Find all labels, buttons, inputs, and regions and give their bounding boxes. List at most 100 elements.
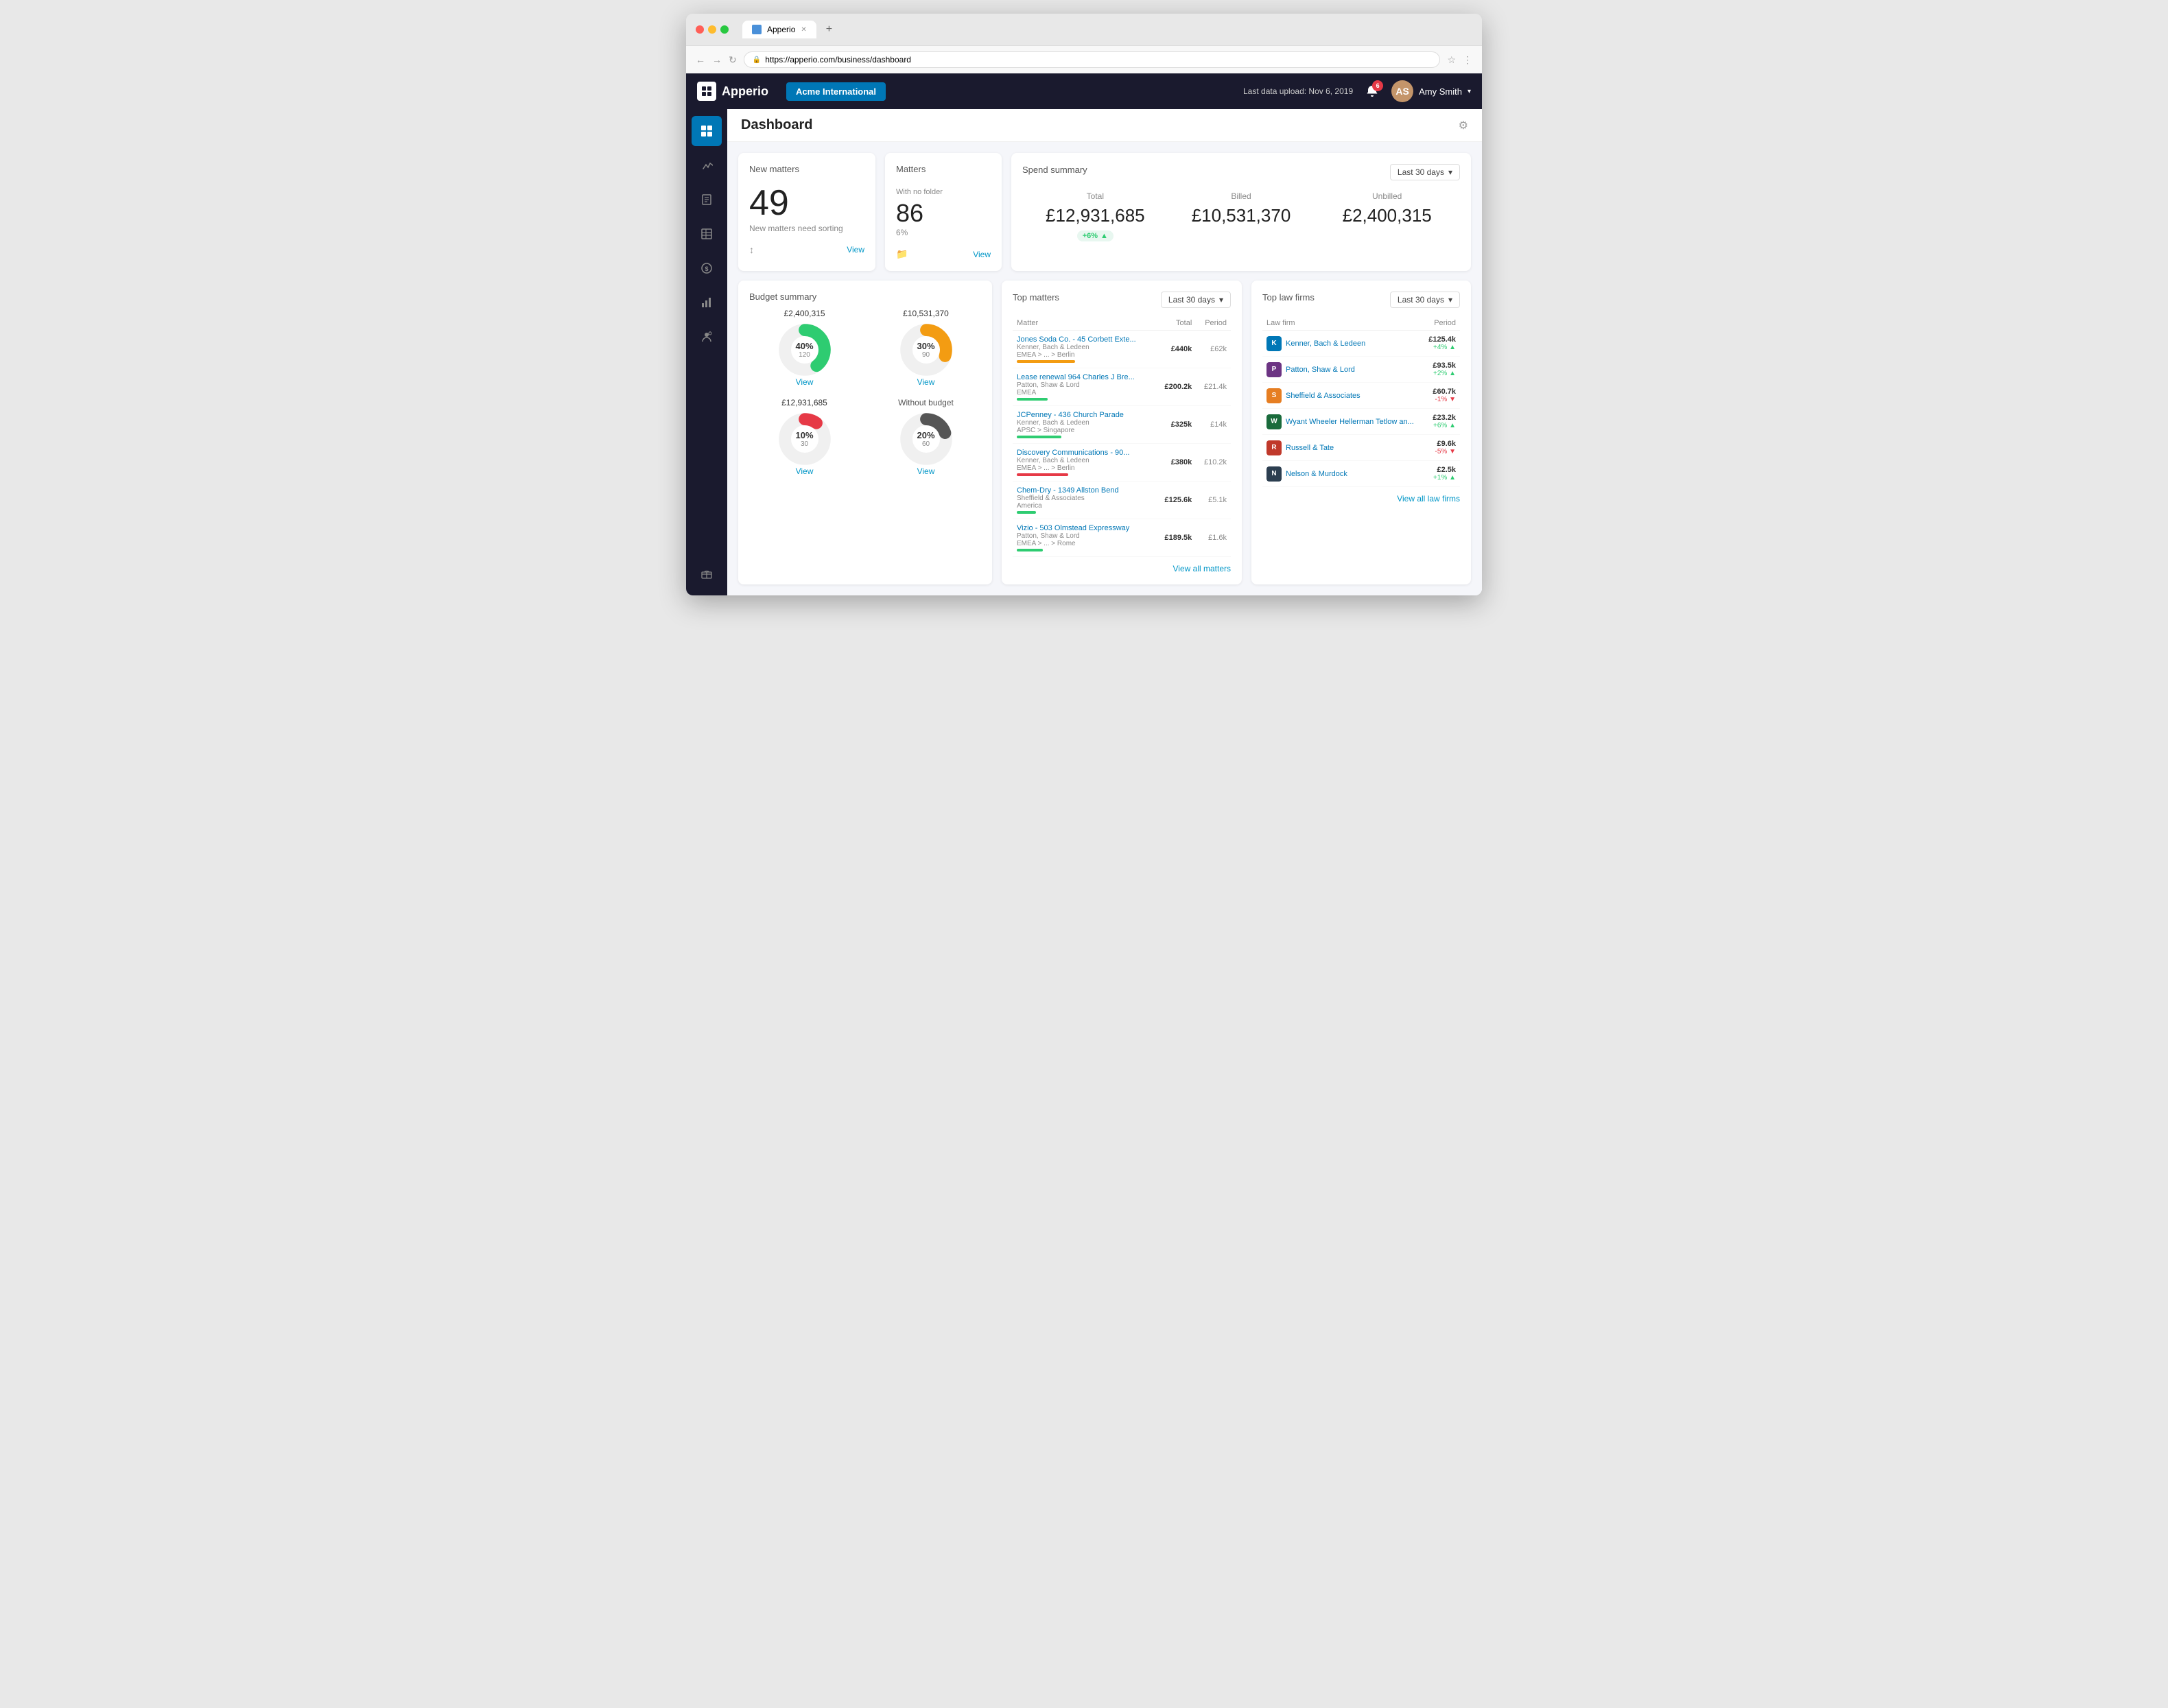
firm-name-3[interactable]: Wyant Wheeler Hellerman Tetlow an... [1286, 418, 1414, 426]
firm-name-1[interactable]: Patton, Shaw & Lord [1286, 366, 1355, 374]
ssl-icon: 🔒 [753, 56, 761, 64]
sidebar-item-charts[interactable] [692, 287, 722, 318]
firm-amount-0: £125.4k [1427, 335, 1456, 344]
matters-table-row: Discovery Communications - 90... Kenner,… [1013, 444, 1231, 482]
unbilled-label: Unbilled [1314, 191, 1460, 201]
svg-text:$: $ [705, 265, 708, 272]
firm-change-1: +2% ▲ [1427, 370, 1456, 377]
top-matters-period: Last 30 days [1168, 295, 1215, 305]
col-period: Period [1196, 316, 1231, 331]
budget-title: Budget summary [749, 292, 981, 302]
settings-icon[interactable]: ⚙ [1459, 119, 1468, 132]
matter-total-0: £440k [1156, 331, 1196, 368]
firm-name-0[interactable]: Kenner, Bach & Ledeen [1286, 340, 1365, 348]
menu-icon[interactable]: ⋮ [1463, 54, 1472, 66]
matter-cell-4: Chem-Dry - 1349 Allston Bend Sheffield &… [1013, 482, 1156, 519]
matter-name-3[interactable]: Discovery Communications - 90... [1017, 449, 1152, 457]
firms-table-row: W Wyant Wheeler Hellerman Tetlow an... £… [1262, 409, 1460, 435]
budget-card: Budget summary £2,400,315 [738, 281, 992, 584]
matter-name-0[interactable]: Jones Soda Co. - 45 Corbett Exte... [1017, 335, 1152, 344]
matters-table-header: Matter Total Period [1013, 316, 1231, 331]
browser-dots [696, 25, 729, 34]
budget-view-1[interactable]: View [796, 377, 814, 387]
billed-amount: £10,531,370 [1168, 205, 1315, 226]
browser-tab[interactable]: Apperio ✕ [742, 21, 816, 38]
matter-cell-3: Discovery Communications - 90... Kenner,… [1013, 444, 1156, 482]
bookmark-icon[interactable]: ☆ [1447, 54, 1456, 66]
spend-header: Spend summary Last 30 days ▾ [1022, 164, 1460, 180]
user-name: Amy Smith [1419, 86, 1462, 97]
col-matter: Matter [1013, 316, 1156, 331]
spend-period-select[interactable]: Last 30 days ▾ [1390, 164, 1460, 180]
app-container: Apperio Acme International Last data upl… [686, 73, 1482, 595]
matter-total-2: £325k [1156, 406, 1196, 444]
dashboard-header: Dashboard ⚙ [727, 109, 1482, 142]
budget-view-3[interactable]: View [796, 466, 814, 476]
matter-cell-1: Lease renewal 964 Charles J Bre... Patto… [1013, 368, 1156, 406]
top-matters-period-select[interactable]: Last 30 days ▾ [1161, 292, 1231, 308]
company-badge[interactable]: Acme International [786, 82, 886, 101]
top-matters-title: Top matters [1013, 292, 1059, 303]
matter-period-1: £21.4k [1196, 368, 1231, 406]
user-avatar: AS [1391, 80, 1413, 102]
firms-table-row: N Nelson & Murdock £2.5k +1% ▲ [1262, 461, 1460, 487]
budget-view-2[interactable]: View [917, 377, 935, 387]
top-firms-header: Top law firms Last 30 days ▾ [1262, 292, 1460, 308]
spend-summary-card: Spend summary Last 30 days ▾ Total £12,9… [1011, 153, 1471, 271]
budget-view-4[interactable]: View [917, 466, 935, 476]
matter-name-4[interactable]: Chem-Dry - 1349 Allston Bend [1017, 486, 1152, 495]
billed-label: Billed [1168, 191, 1315, 201]
sidebar-item-user-settings[interactable] [692, 322, 722, 352]
matter-name-1[interactable]: Lease renewal 964 Charles J Bre... [1017, 373, 1152, 381]
sidebar-item-table[interactable] [692, 219, 722, 249]
sidebar-item-gift[interactable] [692, 558, 722, 589]
top-bar-right: Last data upload: Nov 6, 2019 6 AS Amy S… [1243, 80, 1471, 102]
matter-firm-2: Kenner, Bach & Ledeen [1017, 419, 1152, 427]
top-firms-period-select[interactable]: Last 30 days ▾ [1390, 292, 1460, 308]
budget-item-3: £12,931,685 10% 30 [749, 398, 860, 476]
view-all-firms-link[interactable]: View all law firms [1262, 494, 1460, 503]
matter-progress-4 [1017, 511, 1036, 514]
firm-amount-2: £60.7k [1427, 388, 1456, 396]
tab-close[interactable]: ✕ [801, 26, 806, 34]
spend-period-chevron: ▾ [1448, 167, 1452, 177]
firm-amount-1: £93.5k [1427, 361, 1456, 370]
matter-progress-3 [1017, 473, 1068, 476]
matters-view-link[interactable]: View [973, 250, 991, 259]
back-button[interactable]: ← [696, 54, 705, 65]
budget-amount-3: £12,931,685 [781, 398, 827, 407]
matters-table-row: JCPenney - 436 Church Parade Kenner, Bac… [1013, 406, 1231, 444]
firm-name-2[interactable]: Sheffield & Associates [1286, 392, 1360, 400]
url-bar[interactable]: 🔒 https://apperio.com/business/dashboard [744, 51, 1441, 68]
close-dot[interactable] [696, 25, 704, 34]
donut-1: 40% 120 [777, 322, 832, 377]
firm-name-4[interactable]: Russell & Tate [1286, 444, 1334, 452]
user-chevron-icon: ▾ [1468, 88, 1471, 95]
notification-button[interactable]: 6 [1363, 82, 1382, 101]
forward-button[interactable]: → [712, 54, 722, 65]
new-matters-view-link[interactable]: View [847, 245, 864, 254]
matter-name-5[interactable]: Vizio - 503 Olmstead Expressway [1017, 524, 1152, 532]
sidebar-item-analytics[interactable] [692, 150, 722, 180]
matter-firm-3: Kenner, Bach & Ledeen [1017, 457, 1152, 464]
minimize-dot[interactable] [708, 25, 716, 34]
maximize-dot[interactable] [720, 25, 729, 34]
matter-name-2[interactable]: JCPenney - 436 Church Parade [1017, 411, 1152, 419]
firm-amount-cell-2: £60.7k -1% ▼ [1423, 383, 1460, 409]
logo-area: Apperio [697, 82, 779, 101]
matters-count: 86 [896, 199, 991, 228]
firm-change-0: +4% ▲ [1427, 344, 1456, 351]
refresh-button[interactable]: ↻ [729, 54, 737, 66]
firm-name-5[interactable]: Nelson & Murdock [1286, 470, 1347, 478]
view-all-matters-link[interactable]: View all matters [1013, 564, 1231, 573]
donut-label-3: 10% 30 [795, 430, 813, 448]
user-area[interactable]: AS Amy Smith ▾ [1391, 80, 1471, 102]
new-tab-button[interactable]: + [826, 23, 832, 36]
sidebar-item-reports[interactable] [692, 185, 722, 215]
matter-period-5: £1.6k [1196, 519, 1231, 557]
sidebar-item-dashboard[interactable] [692, 116, 722, 146]
firm-amount-5: £2.5k [1427, 466, 1456, 474]
matter-cell-5: Vizio - 503 Olmstead Expressway Patton, … [1013, 519, 1156, 557]
sidebar-item-billing[interactable]: $ [692, 253, 722, 283]
top-firms-title: Top law firms [1262, 292, 1315, 303]
